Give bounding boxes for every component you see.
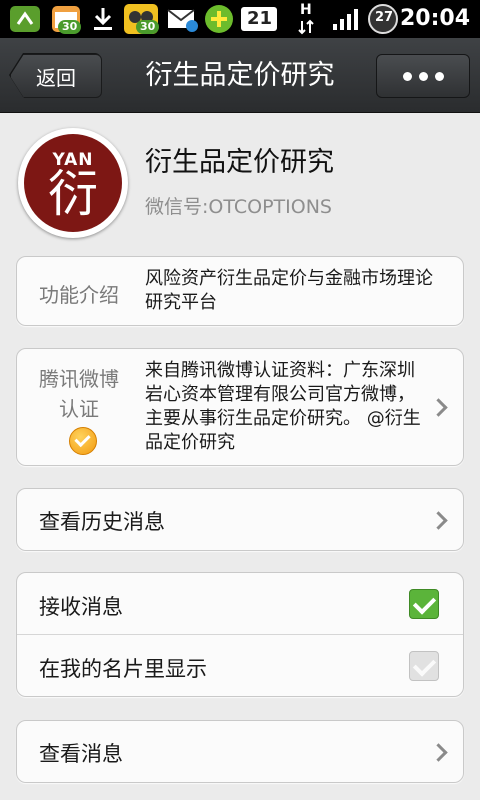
signal-icon <box>330 2 362 36</box>
settings-card: 接收消息 在我的名片里显示 <box>16 572 464 697</box>
calendar-date: 21 <box>247 8 273 29</box>
more-button[interactable] <box>376 54 470 98</box>
clock: 20:04 <box>399 6 470 31</box>
weibo-label-line1: 腾讯微博 <box>39 367 119 391</box>
weibo-verification-card[interactable]: 腾讯微博 认证 来自腾讯微博认证资料：广东深圳岩心资本管理有限公司官方微博，主要… <box>16 348 464 466</box>
show-in-card-checkbox[interactable] <box>409 651 439 681</box>
divider <box>17 634 463 635</box>
plus-icon <box>202 2 236 36</box>
wechat-id: 微信号:OTCOPTIONS <box>145 196 332 218</box>
show-in-card-label: 在我的名片里显示 <box>39 657 207 681</box>
badge-count: 30 <box>136 20 160 34</box>
battery-level: 27 <box>375 10 394 25</box>
account-name: 衍生品定价研究 <box>145 147 334 178</box>
data-arrows-icon <box>296 18 316 36</box>
view-messages-label: 查看消息 <box>39 742 123 766</box>
battery-icon: 27 <box>366 2 400 36</box>
mail-icon <box>164 2 200 36</box>
weibo-label-line2: 认证 <box>59 397 99 421</box>
calendar-date-icon: 21 <box>238 2 280 36</box>
view-messages-card[interactable]: 查看消息 <box>16 720 464 783</box>
more-icon <box>434 71 444 81</box>
chevron-right-icon <box>429 743 448 762</box>
avatar-logo: YAN 衍 <box>24 134 122 232</box>
more-icon <box>418 71 428 81</box>
app-update-icon <box>6 2 44 36</box>
receive-messages-label: 接收消息 <box>39 595 123 619</box>
title-bar: 返回 衍生品定价研究 <box>0 38 480 113</box>
checkmark-icon <box>412 653 437 677</box>
checkmark-icon <box>412 591 437 615</box>
download-icon <box>88 2 118 36</box>
intro-text: 风险资产衍生品定价与金融市场理论研究平台 <box>145 268 433 313</box>
avatar[interactable]: YAN 衍 <box>18 128 128 238</box>
network-type: H <box>300 2 312 18</box>
avatar-logo-char: 衍 <box>48 165 98 223</box>
more-icon <box>402 71 412 81</box>
chevron-right-icon <box>429 398 448 417</box>
page-title: 衍生品定价研究 <box>145 60 335 91</box>
intro-label: 功能介绍 <box>39 283 119 307</box>
history-label: 查看历史消息 <box>39 510 165 534</box>
weibo-text: 来自腾讯微博认证资料：广东深圳岩心资本管理有限公司官方微博，主要从事衍生品定价研… <box>145 360 421 453</box>
badge-count: 30 <box>58 20 82 34</box>
intro-card: 功能介绍 风险资产衍生品定价与金融市场理论研究平台 <box>16 256 464 326</box>
history-card[interactable]: 查看历史消息 <box>16 488 464 551</box>
back-button[interactable]: 返回 <box>10 54 102 98</box>
receive-messages-checkbox[interactable] <box>409 589 439 619</box>
chevron-right-icon <box>429 511 448 530</box>
status-bar: 30 30 21 H 27 20:04 <box>0 0 480 38</box>
verified-icon <box>69 427 97 455</box>
